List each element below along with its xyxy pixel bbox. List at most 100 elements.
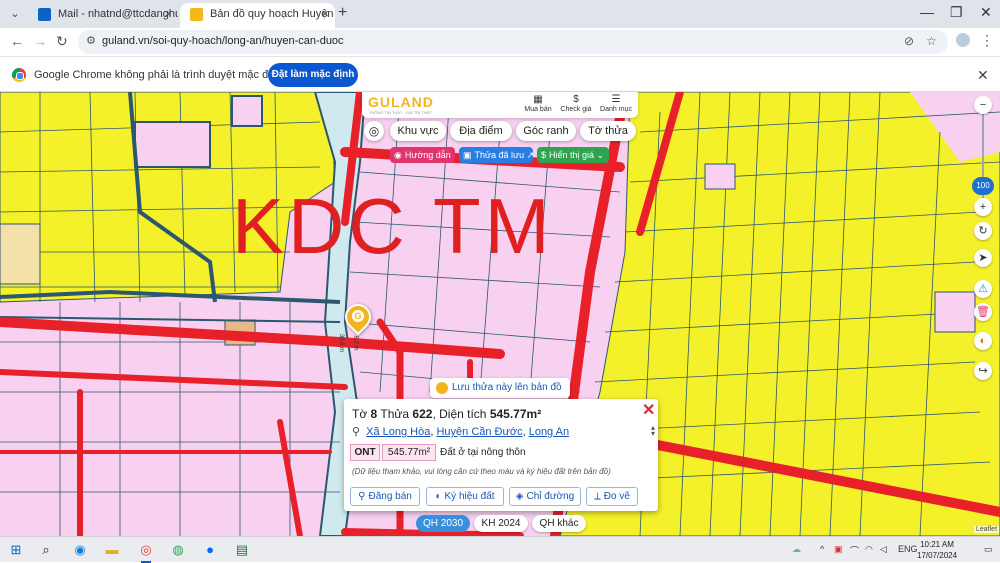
locate-me-icon[interactable]: ◎: [364, 121, 384, 141]
close-infobar-icon[interactable]: ✕: [977, 67, 989, 84]
restore-button[interactable]: ❐: [950, 4, 963, 21]
tab-mail[interactable]: Mail - nhatnd@ttcdanghuynh.v ×: [28, 3, 178, 28]
excel-icon[interactable]: ▤: [234, 542, 250, 558]
wifi-icon[interactable]: ◠: [865, 544, 873, 555]
button-label: Chỉ đường: [526, 491, 575, 502]
sell-button[interactable]: ⚲ Đăng bán: [350, 487, 420, 506]
network-icon[interactable]: ⌒: [850, 544, 859, 557]
tab-qh-khac[interactable]: QH khác: [532, 515, 586, 532]
tab-kh-2024[interactable]: KH 2024: [474, 515, 528, 532]
sheet-label: Tờ: [352, 407, 368, 421]
tab-label: Bản đồ quy hoạch Huyện Cần Đ: [210, 8, 335, 20]
measure-icon[interactable]: ⚠: [974, 280, 992, 298]
bookmark-star-icon[interactable]: ☆: [926, 34, 937, 48]
profile-avatar[interactable]: [956, 33, 970, 47]
guide-icon: ◉: [394, 150, 402, 160]
close-tab-icon[interactable]: ×: [164, 3, 172, 25]
chrome-taskbar-icon[interactable]: ◎: [138, 542, 154, 563]
close-tab-icon[interactable]: ×: [321, 3, 329, 25]
chrome-menu-icon[interactable]: ⋮: [980, 32, 994, 49]
zoom-in-button[interactable]: +: [974, 198, 992, 216]
province-link[interactable]: Long An: [529, 426, 569, 438]
delete-icon[interactable]: 🗑: [974, 303, 992, 321]
parcel-number: 622: [412, 407, 433, 421]
search-icon[interactable]: ⌕: [38, 542, 54, 558]
tray-app-icon[interactable]: ▣: [834, 544, 843, 555]
directions-button[interactable]: ◈ Chỉ đường: [509, 487, 581, 506]
share-icon[interactable]: ↪: [974, 362, 992, 380]
save-parcel-button[interactable]: Lưu thửa này lên bản đồ: [430, 378, 570, 398]
zalo-icon[interactable]: ●: [202, 542, 218, 558]
guide-button[interactable]: ◉ Hướng dẫn: [390, 147, 455, 163]
search-khu-vuc[interactable]: Khu vực: [390, 121, 446, 141]
parcel-title: Tờ 8 Thửa 622, Diện tích 545.77m²: [352, 407, 542, 421]
land-area-badge: 545.77m²: [382, 444, 436, 461]
saved-parcels-button[interactable]: ▣ Thửa đã lưu ↗: [459, 147, 534, 163]
clock-time: 10:21 AM: [920, 540, 954, 549]
tracking-blocked-icon[interactable]: ⊘: [904, 34, 914, 48]
address-bar[interactable]: ⚙ guland.vn/soi-quy-hoach/long-an/huyen-…: [78, 30, 948, 54]
windows-start-icon[interactable]: ⊞: [8, 542, 24, 558]
building-icon: ▦: [533, 94, 543, 105]
default-browser-infobar: Google Chrome không phải là trình duyệt …: [0, 56, 1000, 92]
show-price-button[interactable]: $ Hiển thị giá ⌄: [537, 147, 609, 163]
guland-header: GULAND THÔNG TIN THẬT · GIÁ TRỊ THẬT ▦ Mu…: [362, 92, 638, 118]
volume-icon[interactable]: ◁: [880, 544, 887, 555]
tab-qh-2030[interactable]: QH 2030: [416, 515, 470, 532]
refresh-map-icon[interactable]: ↻: [974, 222, 992, 240]
clock[interactable]: 10:21 AM 17/07/2024: [917, 539, 957, 561]
weather-icon[interactable]: ☁: [792, 544, 801, 555]
site-info-icon[interactable]: ⚙: [86, 34, 96, 47]
search-to-thua[interactable]: Tờ thửa: [580, 121, 636, 141]
zoom-out-button[interactable]: −: [974, 96, 992, 114]
search-dia-diem[interactable]: Địa điểm: [450, 121, 512, 141]
leaflet-attribution[interactable]: Leaflet: [974, 526, 1000, 533]
navigate-icon[interactable]: ➤: [974, 249, 992, 267]
pill-label: Hướng dẫn: [404, 150, 451, 160]
district-link[interactable]: Huyện Cần Đước: [436, 426, 522, 438]
dollar-icon: $: [541, 150, 547, 160]
notification-icon[interactable]: ▭: [984, 544, 993, 555]
language-indicator[interactable]: ENG: [898, 544, 918, 554]
nav-danh-muc[interactable]: ☰ Danh mục: [596, 94, 636, 113]
edge-icon[interactable]: ◉: [72, 542, 88, 558]
save-parcel-label: Lưu thửa này lên bản đồ: [452, 382, 562, 393]
app-icon[interactable]: ◍: [170, 542, 186, 558]
close-popup-icon[interactable]: ✕: [642, 400, 655, 420]
button-label: Ký hiệu đất: [444, 491, 495, 502]
back-button[interactable]: ←: [10, 33, 24, 49]
dimension-label: 8.2 m: [352, 335, 359, 351]
tab-strip: ⌄ Mail - nhatnd@ttcdanghuynh.v × Bản đồ …: [0, 0, 1000, 28]
close-window-button[interactable]: ✕: [980, 4, 992, 21]
land-code-badge: ONT: [350, 444, 380, 461]
search-goc-ranh[interactable]: Góc ranh: [516, 121, 576, 141]
set-default-button[interactable]: Đặt làm mặc định: [268, 63, 358, 87]
guland-logo[interactable]: GULAND: [368, 94, 434, 110]
logo-tagline: THÔNG TIN THẬT · GIÁ TRỊ THẬT: [369, 110, 432, 115]
marker-letter: G: [352, 310, 364, 322]
minimize-button[interactable]: —: [920, 4, 934, 20]
land-legend-button[interactable]: ◐ Ký hiệu đất: [426, 487, 504, 506]
zoom-level-badge[interactable]: 100: [972, 177, 994, 195]
popup-scroll-icon[interactable]: ▴ ▾: [651, 424, 655, 438]
reload-button[interactable]: ↻: [56, 33, 68, 50]
show-hidden-icons[interactable]: ^: [820, 544, 824, 554]
outlook-icon: [38, 8, 51, 21]
land-type: Đất ở tại nông thôn: [440, 447, 526, 458]
nav-mua-ban[interactable]: ▦ Mua bán: [518, 94, 558, 113]
tab-guland[interactable]: Bản đồ quy hoạch Huyện Cần Đ ×: [180, 3, 335, 28]
commune-link[interactable]: Xã Long Hòa: [366, 426, 430, 438]
tab-search-icon[interactable]: ⌄: [6, 5, 24, 23]
parcel-address: ⚲ Xã Long Hòa, Huyện Cần Đước, Long An: [352, 426, 570, 438]
nav-check-gia[interactable]: $ Check giá: [556, 94, 596, 113]
forward-button[interactable]: →: [33, 33, 47, 49]
new-tab-button[interactable]: +: [338, 4, 347, 22]
file-explorer-icon[interactable]: ▬: [104, 542, 120, 558]
pin-icon: ⚲: [358, 491, 366, 502]
measure-button[interactable]: ⟂ Đo vẽ: [586, 487, 638, 506]
parcel-label: Thửa: [380, 407, 410, 421]
palette-icon: ◐: [435, 491, 442, 502]
dollar-icon: $: [573, 94, 579, 105]
layers-icon[interactable]: ◐: [974, 332, 992, 350]
guland-icon: [190, 8, 203, 21]
